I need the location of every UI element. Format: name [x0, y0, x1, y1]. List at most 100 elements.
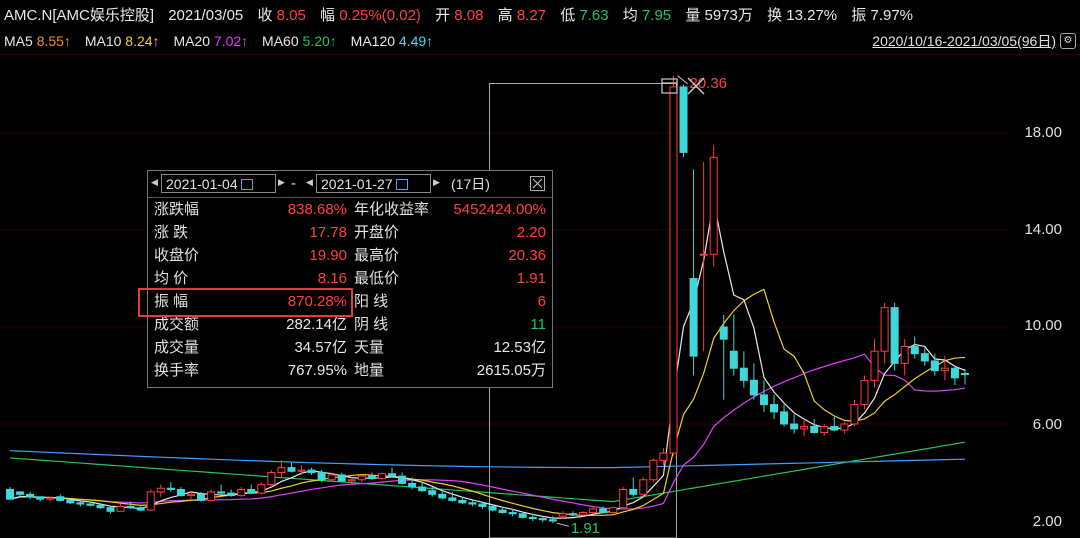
maximize-icon[interactable] [660, 76, 680, 102]
high-value: 8.27 [516, 7, 547, 24]
close-value: 8.05 [276, 7, 306, 24]
candle-body [770, 404, 778, 413]
candle-body [327, 474, 336, 481]
range-settings-icon[interactable]: ⚙ [1060, 33, 1076, 49]
candle-body [870, 350, 879, 381]
candle-body [579, 512, 587, 516]
quote-date: 2021/03/05 [168, 7, 244, 24]
ma-bar: MA5 8.55↑ MA10 8.24↑ MA20 7.02↑ MA60 5.2… [4, 30, 433, 52]
turnover-value: 13.27% [786, 7, 838, 24]
end-next-arrow-icon[interactable]: ▶ [433, 177, 440, 188]
ma5-label: MA5 [4, 33, 33, 49]
candle-body [257, 484, 266, 494]
date-separator: - [291, 175, 296, 192]
end-prev-arrow-icon[interactable]: ◀ [306, 177, 313, 188]
stats-label-right: 地量 [354, 362, 385, 379]
ma120-label: MA120 [350, 33, 396, 49]
candle-body [568, 513, 577, 516]
end-date-field[interactable]: 2021-01-27 [316, 174, 431, 193]
stats-label-left: 涨跌幅 [154, 201, 200, 218]
candle-body [66, 499, 75, 504]
candle-body [247, 488, 256, 494]
calendar-icon[interactable] [240, 179, 253, 190]
candle-body [860, 379, 869, 406]
candle-body [388, 473, 396, 477]
y-tick: 2.00 [1032, 513, 1062, 530]
interval-stats-panel: ◀ 2021-01-04 ▶ - ◀ 2021-01-27 ▶ (17日) 涨跌… [147, 170, 553, 388]
candle-body [940, 367, 949, 372]
stats-label-left: 成交量 [154, 339, 200, 356]
low-marker-line [556, 522, 569, 527]
calendar-icon[interactable] [395, 179, 408, 190]
candle-body [428, 490, 437, 495]
candle-body [629, 488, 638, 495]
candle-body [850, 404, 859, 425]
candle-body [830, 425, 839, 431]
candle-body [267, 472, 276, 486]
candle-body [790, 423, 799, 430]
stats-value-right: 2615.05万 [476, 362, 546, 379]
change-value: 0.25%(0.02) [339, 7, 421, 24]
candle-body [237, 488, 246, 497]
candle-body [106, 507, 115, 512]
start-date-field[interactable]: 2021-01-04 [161, 174, 276, 193]
day-count: (17日) [451, 176, 490, 192]
candle-body [538, 518, 547, 521]
close-selection-icon[interactable] [686, 76, 706, 102]
candle-body [920, 353, 929, 362]
ma10-label: MA10 [84, 33, 122, 49]
candle-body [780, 411, 789, 425]
candle-body [176, 488, 185, 497]
candle-body [840, 423, 849, 431]
low-label: 低 [560, 7, 576, 24]
end-date-value: 2021-01-27 [321, 176, 393, 192]
candle-body [709, 156, 718, 255]
stats-label-right: 最低价 [354, 270, 400, 287]
candle-body [589, 508, 598, 514]
candle-body [508, 512, 517, 515]
stats-label-left: 换手率 [154, 362, 200, 379]
start-date-value: 2021-01-04 [166, 176, 238, 192]
y-tick: 10.00 [1024, 317, 1062, 334]
candle-body [649, 459, 658, 481]
candle-body [166, 487, 175, 490]
candle-body [337, 474, 346, 482]
stats-row: 均 价 8.16 最低价 1.91 [154, 268, 550, 290]
candle-body [930, 360, 939, 372]
stats-value-left: 34.57亿 [294, 339, 347, 356]
avg-label: 均 [622, 7, 638, 24]
stats-value-left: 767.95% [287, 362, 347, 379]
stats-row: 收盘价 19.90 最高价 20.36 [154, 245, 550, 267]
y-tick: 18.00 [1024, 124, 1062, 141]
stats-label-right: 开盘价 [354, 224, 400, 241]
symbol-name[interactable]: AMC.N[AMC娱乐控股] [4, 7, 154, 24]
candle-body [207, 491, 216, 501]
stats-value-right: 5452424.00% [453, 201, 546, 218]
candle-body [518, 513, 527, 518]
candle-body [377, 473, 386, 480]
candle-body [96, 504, 105, 509]
candle-body [669, 86, 678, 454]
stats-value-left: 838.68% [287, 201, 347, 218]
stats-row: 换手率 767.95% 地量 2615.05万 [154, 360, 550, 382]
panel-close-icon[interactable] [530, 176, 545, 191]
candle-body [76, 502, 85, 505]
candle-body [689, 278, 698, 357]
stats-value-left: 8.16 [317, 270, 347, 287]
ma20-label: MA20 [173, 33, 211, 49]
candle-body [367, 475, 376, 480]
candle-body [146, 491, 155, 511]
candle-body [398, 475, 407, 484]
stats-label-left: 涨 跌 [154, 224, 189, 241]
candle-body [880, 307, 889, 352]
stats-label-left: 均 价 [154, 270, 189, 287]
stats-label-left: 成交额 [154, 316, 200, 333]
ma20-value: 7.02↑ [213, 33, 249, 49]
stats-value-right: 1.91 [516, 270, 546, 287]
start-next-arrow-icon[interactable]: ▶ [278, 177, 285, 188]
date-range-selector[interactable]: 2020/10/16-2021/03/05(96日) [872, 30, 1056, 52]
start-prev-arrow-icon[interactable]: ◀ [151, 177, 158, 188]
candle-body [488, 505, 497, 511]
candle-body [719, 326, 728, 340]
candle-body [307, 469, 316, 474]
